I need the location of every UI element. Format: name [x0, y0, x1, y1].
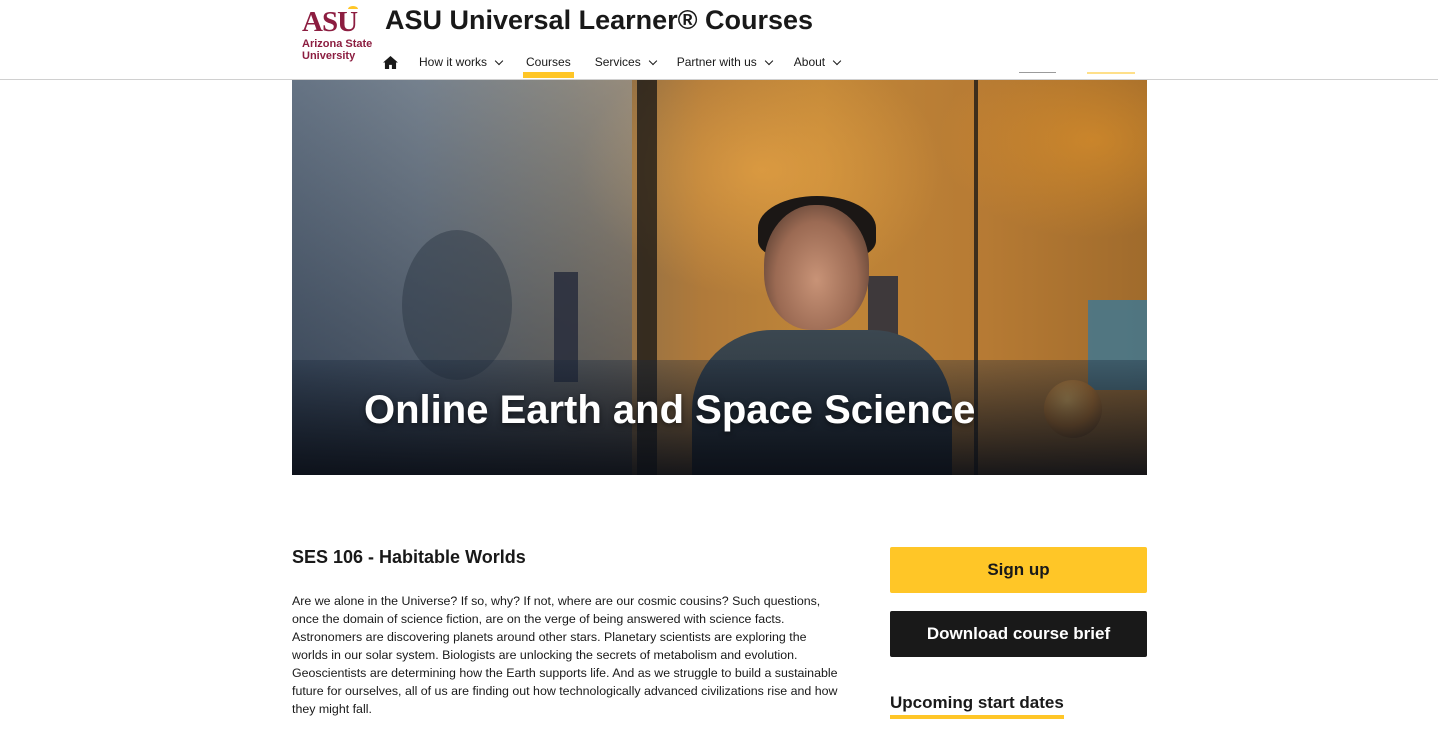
chevron-down-icon: [494, 56, 504, 65]
site-title[interactable]: ASU Universal Learner® Courses: [385, 5, 813, 36]
nav-label: Services: [594, 55, 641, 69]
asu-logo-mark: ASU: [302, 6, 358, 37]
download-course-brief-button[interactable]: Download course brief: [890, 611, 1147, 657]
nav-label: Partner with us: [676, 55, 757, 69]
nav-label: About: [793, 55, 826, 69]
home-icon: [383, 55, 398, 69]
sunburst-icon: [348, 6, 358, 12]
hero-banner: Online Earth and Space Science: [292, 80, 1147, 475]
upcoming-start-dates-heading: Upcoming start dates: [890, 693, 1064, 719]
logo-line-2: University: [302, 50, 356, 62]
nav-how-it-works[interactable]: How it works: [419, 44, 504, 80]
header-divider: [1019, 72, 1056, 73]
logo-line-1: Arizona State: [302, 38, 373, 50]
sign-up-button[interactable]: Sign up: [890, 547, 1147, 593]
nav-label: Courses: [526, 55, 571, 69]
course-title: SES 106 - Habitable Worlds: [292, 547, 526, 567]
hero-reflection-figure: [402, 230, 512, 380]
course-description: Are we alone in the Universe? If so, why…: [292, 594, 838, 716]
chevron-down-icon: [648, 56, 657, 65]
nav-label: How it works: [419, 55, 488, 69]
nav-about[interactable]: About: [793, 44, 842, 80]
site-header: ASU Arizona State University ASU Univers…: [0, 0, 1438, 80]
hero-title: Online Earth and Space Science: [364, 388, 976, 432]
nav-home[interactable]: [383, 44, 399, 80]
nav-partner-with-us[interactable]: Partner with us: [676, 44, 774, 80]
hero-person-head: [764, 205, 869, 330]
asu-logo[interactable]: ASU Arizona State University: [302, 6, 376, 64]
asu-logo-text: Arizona State University: [302, 38, 376, 62]
chevron-down-icon: [832, 56, 842, 65]
nav-services[interactable]: Services: [594, 44, 657, 80]
header-accent: [1087, 72, 1135, 74]
chevron-down-icon: [764, 56, 774, 65]
main-nav: How it works Courses Services Partner wi…: [383, 44, 842, 80]
nav-courses[interactable]: Courses: [523, 44, 574, 80]
